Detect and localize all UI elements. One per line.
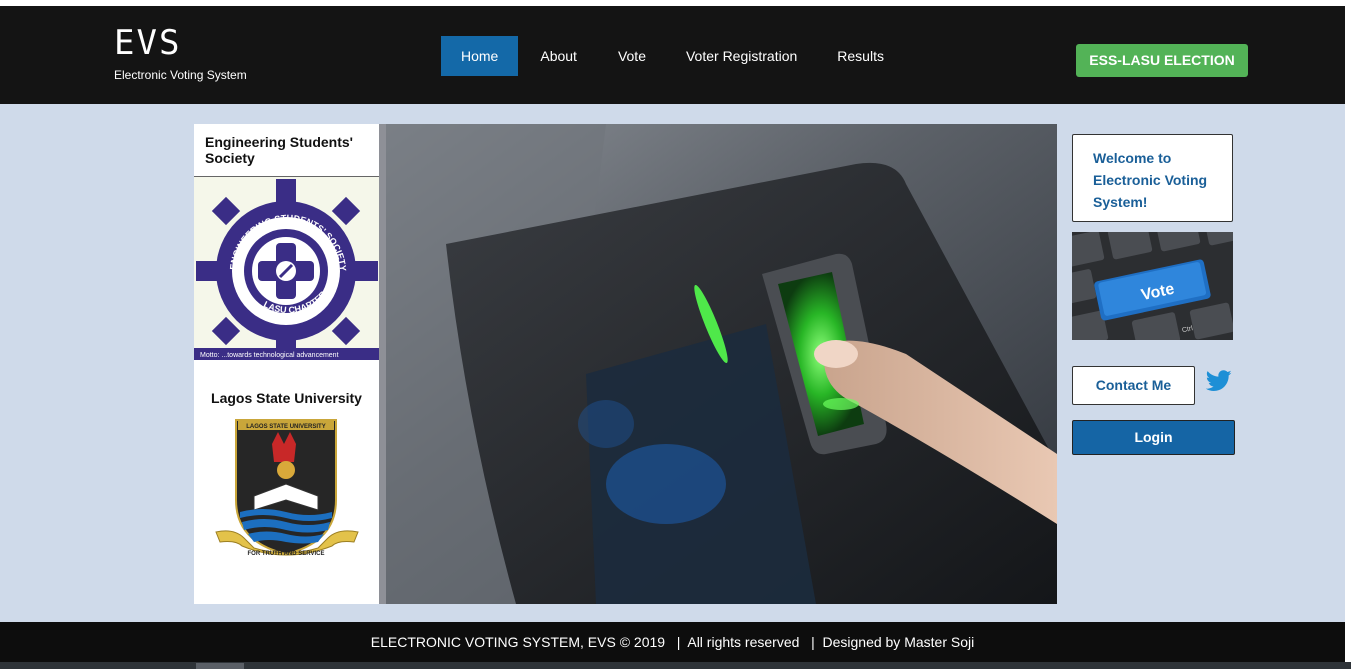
svg-text:Motto: ...towards technologica: Motto: ...towards technological advancem…: [200, 352, 339, 359]
footer-text: ELECTRONIC VOTING SYSTEM, EVS © 2019 | A…: [370, 634, 975, 650]
twitter-icon[interactable]: [1205, 370, 1232, 392]
nav-home[interactable]: Home: [441, 36, 519, 76]
svg-text:LAGOS STATE UNIVERSITY: LAGOS STATE UNIVERSITY: [246, 424, 325, 430]
site-header: EVS Electronic Voting System Home About …: [0, 6, 1345, 104]
right-edge: [1345, 0, 1351, 669]
brand-subtitle: Electronic Voting System: [114, 68, 247, 82]
nav-voter-registration[interactable]: Voter Registration: [666, 36, 817, 76]
site-footer: ELECTRONIC VOTING SYSTEM, EVS © 2019 | A…: [0, 622, 1345, 662]
lasu-title: Lagos State University: [211, 390, 362, 406]
fingerprint-scanner-image: [386, 124, 1057, 604]
ess-lasu-election-button[interactable]: ESS-LASU ELECTION: [1076, 44, 1248, 77]
main-nav: Home About Vote Voter Registration Resul…: [441, 36, 904, 76]
login-button[interactable]: Login: [1072, 420, 1235, 455]
vote-key-image: Vote Ctrl: [1072, 232, 1233, 340]
hero-image: [386, 124, 1057, 604]
left-panel: Engineering Students' Society ENGINEERIN…: [194, 124, 379, 604]
nav-about[interactable]: About: [518, 36, 598, 76]
lasu-logo: LAGOS STATE UNIVERSITY FOR TRUTH AND SER…: [214, 414, 360, 560]
welcome-text: Welcome to Electronic Voting System!: [1093, 150, 1208, 210]
ess-logo: ENGINEERING STUDENTS' SOCIETY LASU CHAPT…: [194, 177, 379, 360]
welcome-box: Welcome to Electronic Voting System!: [1072, 134, 1233, 222]
svg-text:FOR TRUTH AND SERVICE: FOR TRUTH AND SERVICE: [247, 551, 324, 557]
brand-title[interactable]: EVS: [114, 26, 181, 60]
nav-vote[interactable]: Vote: [598, 36, 666, 76]
ess-title: Engineering Students' Society: [205, 134, 354, 166]
nav-results[interactable]: Results: [817, 36, 904, 76]
scrollbar-thumb[interactable]: [196, 663, 244, 669]
hero-separator: [379, 124, 386, 604]
contact-me-button[interactable]: Contact Me: [1072, 366, 1195, 405]
